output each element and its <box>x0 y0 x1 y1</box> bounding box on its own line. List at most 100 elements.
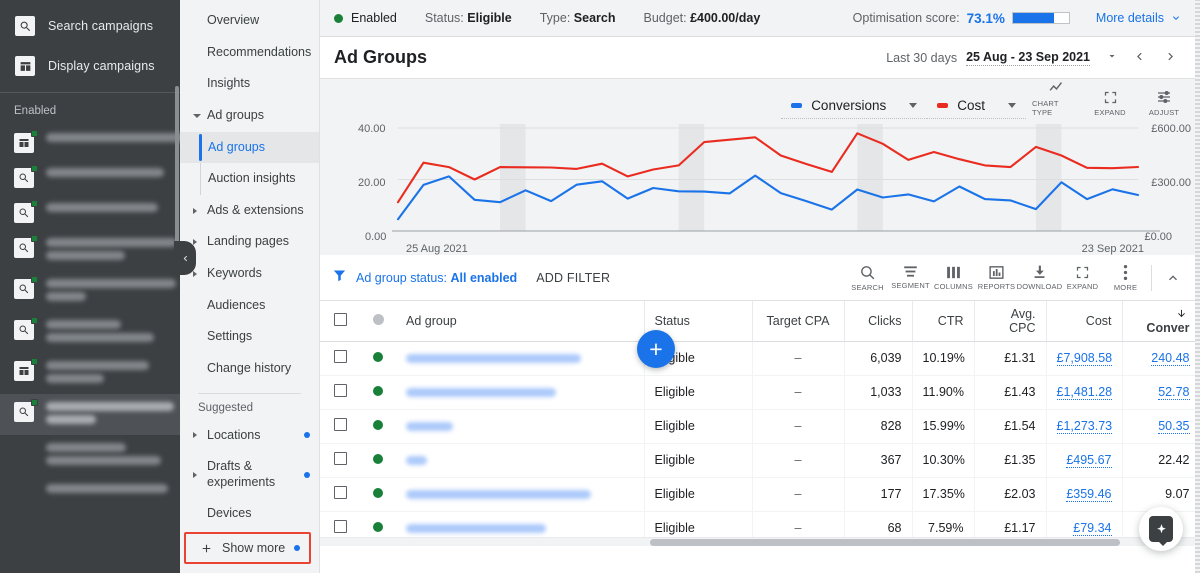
header-avg-cpc[interactable]: Avg. CPC <box>974 301 1046 341</box>
campaign-list-item[interactable] <box>0 271 180 312</box>
row-cost-cell[interactable]: £495.67 <box>1046 443 1122 477</box>
columns-button[interactable]: COLUMNS <box>932 265 975 291</box>
ad-group-name-link[interactable] <box>406 524 546 533</box>
header-ad-group[interactable]: Ad group <box>396 301 644 341</box>
nav-item-devices[interactable]: Devices <box>180 498 319 530</box>
more-details-button[interactable]: More details <box>1096 11 1182 25</box>
nav-item-ad-groups[interactable]: Ad groups <box>180 132 319 164</box>
select-all-checkbox[interactable] <box>334 313 347 326</box>
row-cost-cell[interactable]: £1,481.28 <box>1046 375 1122 409</box>
header-ctr[interactable]: CTR <box>912 301 974 341</box>
campaign-list-item[interactable] <box>0 230 180 271</box>
row-ad-group-name-cell[interactable] <box>396 443 644 477</box>
conversions-link[interactable]: 50.35 <box>1158 419 1189 434</box>
row-checkbox[interactable] <box>334 486 347 499</box>
cost-link[interactable]: £359.46 <box>1066 487 1111 502</box>
campaign-list-item[interactable] <box>0 353 180 394</box>
table-row[interactable]: Eligible–6,03910.19%£1.31£7,908.58240.48 <box>320 341 1200 375</box>
cost-link[interactable]: £79.34 <box>1073 521 1111 536</box>
nav-item-keywords[interactable]: Keywords <box>180 258 319 290</box>
campaign-list-item[interactable] <box>0 312 180 353</box>
ad-group-name-link[interactable] <box>406 388 556 397</box>
campaign-rail-scrollbar[interactable] <box>175 86 179 256</box>
campaign-list-item[interactable] <box>0 476 180 504</box>
ad-group-name-link[interactable] <box>406 456 427 465</box>
conversions-link[interactable]: 240.48 <box>1151 351 1189 366</box>
show-more-button[interactable]: Show more <box>184 532 311 564</box>
header-conversions[interactable]: Conver <box>1122 301 1200 341</box>
filter-chip-ad-group-status[interactable]: Ad group status: All enabled <box>356 271 517 285</box>
nav-item-ads-extensions[interactable]: Ads & extensions <box>180 195 319 227</box>
campaign-list-item[interactable] <box>0 435 180 476</box>
filter-icon[interactable] <box>332 268 347 288</box>
search-button[interactable]: SEARCH <box>846 264 889 292</box>
table-row[interactable]: Eligible–17717.35%£2.03£359.469.07 <box>320 477 1200 511</box>
download-button[interactable]: DOWNLOAD <box>1018 264 1061 291</box>
row-cost-cell[interactable]: £359.46 <box>1046 477 1122 511</box>
chart-adjust-button[interactable]: ADJUST <box>1140 89 1188 119</box>
row-checkbox[interactable] <box>334 418 347 431</box>
segment-button[interactable]: SEGMENT <box>889 265 932 290</box>
nav-item-insights[interactable]: Insights <box>180 68 319 100</box>
header-cost[interactable]: Cost <box>1046 301 1122 341</box>
expand-button[interactable]: EXPAND <box>1061 265 1104 291</box>
nav-item-landing-pages[interactable]: Landing pages <box>180 226 319 258</box>
row-checkbox[interactable] <box>334 350 347 363</box>
row-conversions-cell[interactable]: 52.78 <box>1122 375 1200 409</box>
create-ad-group-button[interactable]: + <box>637 330 675 368</box>
nav-item-audiences[interactable]: Audiences <box>180 290 319 322</box>
header-clicks[interactable]: Clicks <box>844 301 912 341</box>
ad-group-name-link[interactable] <box>406 490 591 499</box>
window-scrollbar[interactable] <box>1195 0 1200 573</box>
chart-type-button[interactable]: CHART TYPE <box>1032 79 1080 119</box>
rail-link-search-campaigns[interactable]: Search campaigns <box>0 6 180 46</box>
row-checkbox[interactable] <box>334 452 347 465</box>
row-ad-group-name-cell[interactable] <box>396 477 644 511</box>
ad-group-name-link[interactable] <box>406 422 453 431</box>
date-range-value[interactable]: 25 Aug - 23 Sep 2021 <box>966 50 1090 66</box>
nav-item-settings[interactable]: Settings <box>180 321 319 353</box>
conversions-link[interactable]: 52.78 <box>1158 385 1189 400</box>
header-target-cpa[interactable]: Target CPA <box>752 301 844 341</box>
nav-item-drafts-experiments[interactable]: Drafts & experiments <box>180 451 319 498</box>
campaign-list-item[interactable] <box>0 125 180 160</box>
cost-link[interactable]: £1,481.28 <box>1057 385 1113 400</box>
collapse-chart-button[interactable] <box>1158 270 1188 286</box>
cost-link[interactable]: £1,273.73 <box>1057 419 1113 434</box>
table-row[interactable]: Eligible–1,03311.90%£1.43£1,481.2852.78 <box>320 375 1200 409</box>
nav-item-overview[interactable]: Overview <box>180 5 319 37</box>
reports-button[interactable]: REPORTS <box>975 265 1018 291</box>
cost-link[interactable]: £7,908.58 <box>1057 351 1113 366</box>
rail-link-display-campaigns[interactable]: Display campaigns <box>0 46 180 86</box>
row-ad-group-name-cell[interactable] <box>396 341 644 375</box>
prev-period-button[interactable] <box>1124 49 1155 67</box>
nav-item-ad-groups[interactable]: Ad groups <box>180 100 319 132</box>
nav-item-recommendations[interactable]: Recommendations <box>180 37 319 69</box>
row-conversions-cell[interactable]: 240.48 <box>1122 341 1200 375</box>
date-range-caret-icon[interactable] <box>1106 50 1118 65</box>
campaign-list-item[interactable] <box>0 394 180 435</box>
campaign-list-item[interactable] <box>0 160 180 195</box>
campaign-list-item[interactable] <box>0 195 180 230</box>
collapse-sidebar-button[interactable] <box>174 241 196 275</box>
table-row[interactable]: Eligible–36710.30%£1.35£495.6722.42 <box>320 443 1200 477</box>
add-filter-button[interactable]: ADD FILTER <box>536 271 610 285</box>
metric-selector-conversions[interactable]: Conversions <box>781 98 927 119</box>
budget-value[interactable]: £400.00/day <box>690 11 760 25</box>
more-button[interactable]: MORE <box>1104 264 1147 292</box>
nav-item-locations[interactable]: Locations <box>180 420 319 452</box>
row-ad-group-name-cell[interactable] <box>396 409 644 443</box>
nav-item-auction-insights[interactable]: Auction insights <box>180 163 319 195</box>
row-conversions-cell[interactable]: 50.35 <box>1122 409 1200 443</box>
row-checkbox[interactable] <box>334 520 347 533</box>
row-cost-cell[interactable]: £7,908.58 <box>1046 341 1122 375</box>
nav-item-change-history[interactable]: Change history <box>180 353 319 385</box>
table-row[interactable]: Eligible–82815.99%£1.54£1,273.7350.35 <box>320 409 1200 443</box>
metric-selector-cost[interactable]: Cost <box>927 98 1026 119</box>
row-checkbox[interactable] <box>334 384 347 397</box>
chart-expand-button[interactable]: EXPAND <box>1086 90 1134 119</box>
row-cost-cell[interactable]: £1,273.73 <box>1046 409 1122 443</box>
cost-link[interactable]: £495.67 <box>1066 453 1111 468</box>
next-period-button[interactable] <box>1155 49 1186 67</box>
assistant-button[interactable] <box>1139 507 1183 551</box>
